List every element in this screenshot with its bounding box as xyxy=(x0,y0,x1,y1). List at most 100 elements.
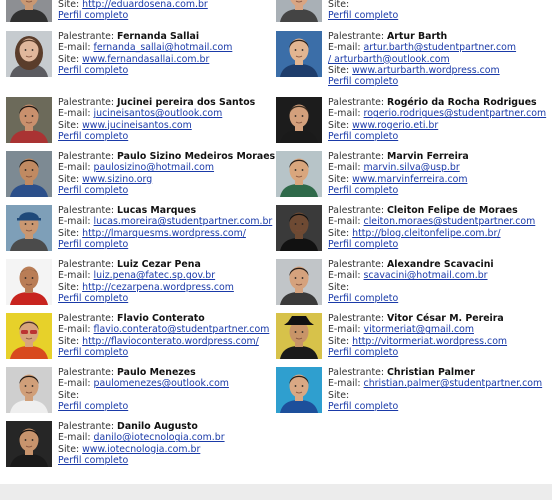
speaker-photo xyxy=(276,313,322,359)
speaker-photo xyxy=(276,31,322,77)
speaker-photo xyxy=(6,421,52,467)
speaker-info: Palestrante: Christian Palmer E-mail: ch… xyxy=(328,367,542,412)
site-link[interactable]: www.jucineisantos.com xyxy=(82,120,192,131)
site-label: Site: xyxy=(58,281,83,293)
site-link[interactable]: http://vitormeriat.wordpress.com xyxy=(352,336,507,347)
speaker-photo xyxy=(6,259,52,305)
portrait-man-short-hair xyxy=(276,0,322,22)
speaker-photo xyxy=(276,259,322,305)
full-profile-link[interactable]: Perfil completo xyxy=(58,65,128,76)
email-label: E-mail: xyxy=(58,324,94,336)
speaker-info: Palestrante: Paulo Menezes E-mail: paulo… xyxy=(58,367,272,412)
speakers-page: Site: http://eduardosena.com.br Perfil c… xyxy=(0,0,552,500)
portrait-man-cap xyxy=(6,205,52,251)
site-link[interactable]: http://cezarpena.wordpress.com xyxy=(82,282,234,293)
site-link[interactable]: www.fernandasallai.com.br xyxy=(82,54,209,65)
email-label: E-mail: xyxy=(328,216,364,228)
site-label: Site: xyxy=(58,335,83,347)
email-link[interactable]: scavacini@hotmail.com.br xyxy=(364,270,488,281)
site-label: Site: xyxy=(328,119,353,131)
email-link[interactable]: rogerio.rodrigues@studentpartner.com xyxy=(364,108,547,119)
speaker-label: Palestrante: xyxy=(58,97,118,108)
speaker-info: Palestrante: Cleiton Felipe de Moraes E-… xyxy=(328,205,542,250)
full-profile-link[interactable]: Perfil completo xyxy=(328,401,398,412)
site-link[interactable]: http://eduardosena.com.br xyxy=(82,0,208,10)
speaker-info: Site: http://eduardosena.com.br Perfil c… xyxy=(58,0,272,21)
portrait-man-glasses xyxy=(6,313,52,359)
full-profile-link[interactable]: Perfil completo xyxy=(58,10,128,21)
portrait-man-short-hair xyxy=(6,0,52,22)
full-profile-link[interactable]: Perfil completo xyxy=(58,239,128,250)
speaker-label: Palestrante: xyxy=(58,421,118,432)
full-profile-link[interactable]: Perfil completo xyxy=(328,10,398,21)
speaker-name: Paulo Menezes xyxy=(117,367,196,378)
speaker-name: Fernanda Sallai xyxy=(117,31,200,42)
email-link[interactable]: luiz.pena@fatec.sp.gov.br xyxy=(94,270,216,281)
full-profile-link[interactable]: Perfil completo xyxy=(328,293,398,304)
full-profile-link[interactable]: Perfil completo xyxy=(328,347,398,358)
speaker-info: Palestrante: Flavio Conterato E-mail: fl… xyxy=(58,313,272,358)
full-profile-link[interactable]: Perfil completo xyxy=(58,131,128,142)
speaker-label: Palestrante: xyxy=(58,31,118,42)
speaker-photo xyxy=(276,367,322,413)
full-profile-link[interactable]: Perfil completo xyxy=(58,455,128,466)
email-link[interactable]: cleiton.moraes@studentpartner.com xyxy=(364,216,536,227)
email-link[interactable]: marvin.silva@usp.br xyxy=(364,162,460,173)
speaker-label: Palestrante: xyxy=(58,151,118,162)
speaker-info: Palestrante: Vitor César M. Pereira E-ma… xyxy=(328,313,542,358)
full-profile-link[interactable]: Perfil completo xyxy=(58,293,128,304)
speaker-name: Jucinei pereira dos Santos xyxy=(117,97,256,108)
speaker-name: Flavio Conterato xyxy=(117,313,205,324)
email-label: E-mail: xyxy=(328,270,364,282)
speaker-photo xyxy=(276,151,322,197)
site-link[interactable]: http://flavioconterato.wordpress.com/ xyxy=(82,336,259,347)
speaker-name: Artur Barth xyxy=(387,31,448,42)
site-label: Site: xyxy=(328,389,350,401)
speaker-label: Palestrante: xyxy=(328,31,388,42)
site-link[interactable]: www.arturbarth.wordpress.com xyxy=(352,65,500,76)
email-link[interactable]: christian.palmer@studentpartner.com xyxy=(364,378,543,389)
email-link[interactable]: flavio.conterato@studentpartner.com xyxy=(94,324,270,335)
site-link[interactable]: www.rogerio.eti.br xyxy=(352,120,438,131)
speaker-label: Palestrante: xyxy=(58,205,118,216)
speaker-photo xyxy=(6,313,52,359)
speaker-label: Palestrante: xyxy=(328,205,388,216)
email-link[interactable]: paulosizino@hotmail.com xyxy=(94,162,215,173)
full-profile-link[interactable]: Perfil completo xyxy=(328,239,398,250)
email-link[interactable]: paulomenezes@outlook.com xyxy=(94,378,229,389)
speaker-label: Palestrante: xyxy=(328,151,388,162)
speaker-photo xyxy=(276,0,322,22)
site-link[interactable]: http://lmarquesms.wordpress.com/ xyxy=(82,228,246,239)
site-link[interactable]: www.iotecnologia.com.br xyxy=(82,444,200,455)
speaker-info: Palestrante: Jucinei pereira dos Santos … xyxy=(58,97,272,142)
full-profile-link[interactable]: Perfil completo xyxy=(328,76,398,87)
site-link[interactable]: http://blog.cleitonfelipe.com.br/ xyxy=(352,228,500,239)
speaker-info: Palestrante: Paulo Sizino Medeiros Morae… xyxy=(58,151,275,196)
email-link[interactable]: jucineisantos@outlook.com xyxy=(94,108,223,119)
speaker-info: Palestrante: Luiz Cezar Pena E-mail: lui… xyxy=(58,259,272,304)
speaker-photo xyxy=(6,367,52,413)
site-label: Site: xyxy=(328,64,353,76)
email-link[interactable]: fernanda_sallai@hotmail.com xyxy=(94,42,233,53)
full-profile-link[interactable]: Perfil completo xyxy=(328,185,398,196)
speaker-info: Palestrante: Artur Barth E-mail: artur.b… xyxy=(328,31,542,87)
full-profile-link[interactable]: Perfil completo xyxy=(58,401,128,412)
email-link[interactable]: danilo@iotecnologia.com.br xyxy=(94,432,225,443)
site-link[interactable]: www.marvinferreira.com xyxy=(352,174,467,185)
speaker-label: Palestrante: xyxy=(328,259,388,270)
site-label: Site: xyxy=(328,227,353,239)
full-profile-link[interactable]: Perfil completo xyxy=(328,131,398,142)
email-label: E-mail: xyxy=(58,42,94,54)
portrait-man-short-hair xyxy=(6,97,52,143)
email-link[interactable]: lucas.moreira@studentpartner.com.br xyxy=(94,216,273,227)
full-profile-link[interactable]: Perfil completo xyxy=(58,185,128,196)
portrait-man-short-hair xyxy=(6,151,52,197)
speaker-label: Palestrante: xyxy=(58,313,118,324)
full-profile-link[interactable]: Perfil completo xyxy=(58,347,128,358)
portrait-man-short-hair xyxy=(6,421,52,467)
site-link[interactable]: www.sizino.org xyxy=(82,174,152,185)
portrait-man-short-hair xyxy=(276,367,322,413)
email-link[interactable]: vitormeriat@gmail.com xyxy=(364,324,474,335)
portrait-woman-long-hair xyxy=(6,31,52,77)
speaker-info: Palestrante: Rogério da Rocha Rodrigues … xyxy=(328,97,546,142)
